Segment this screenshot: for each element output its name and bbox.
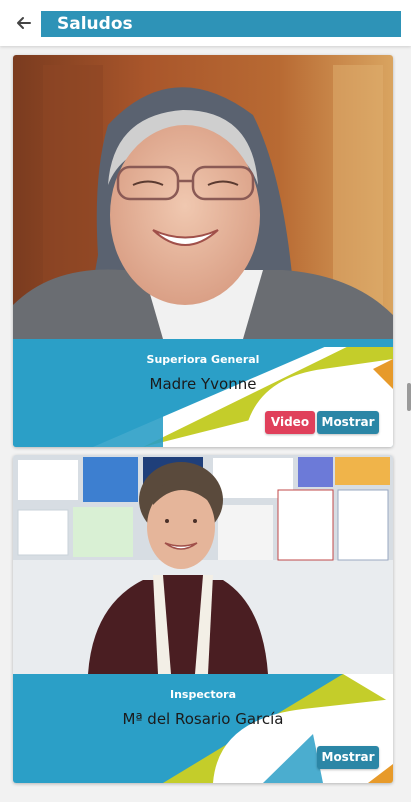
page-title: Saludos xyxy=(41,11,401,37)
show-button[interactable]: Mostrar xyxy=(317,411,379,434)
role-label: Superiora General xyxy=(146,353,260,366)
greeting-card: Inspectora Mª del Rosario García Mostrar xyxy=(13,455,393,783)
scrollbar-thumb[interactable] xyxy=(407,383,411,411)
back-button[interactable] xyxy=(12,11,36,35)
show-button[interactable]: Mostrar xyxy=(317,746,379,769)
person-name: Madre Yvonne xyxy=(149,375,257,393)
app-header: Saludos xyxy=(0,0,411,46)
greeting-card: Superiora General Madre Yvonne Video Mos… xyxy=(13,55,393,447)
video-button[interactable]: Video xyxy=(265,411,315,434)
portrait-photo xyxy=(13,455,393,674)
person-name: Mª del Rosario García xyxy=(122,710,284,728)
portrait-photo xyxy=(13,55,393,339)
arrow-left-icon xyxy=(17,17,31,29)
role-label: Inspectora xyxy=(170,688,236,701)
card-banner: Superiora General Madre Yvonne Video Mos… xyxy=(13,339,393,447)
card-banner: Inspectora Mª del Rosario García Mostrar xyxy=(13,674,393,783)
